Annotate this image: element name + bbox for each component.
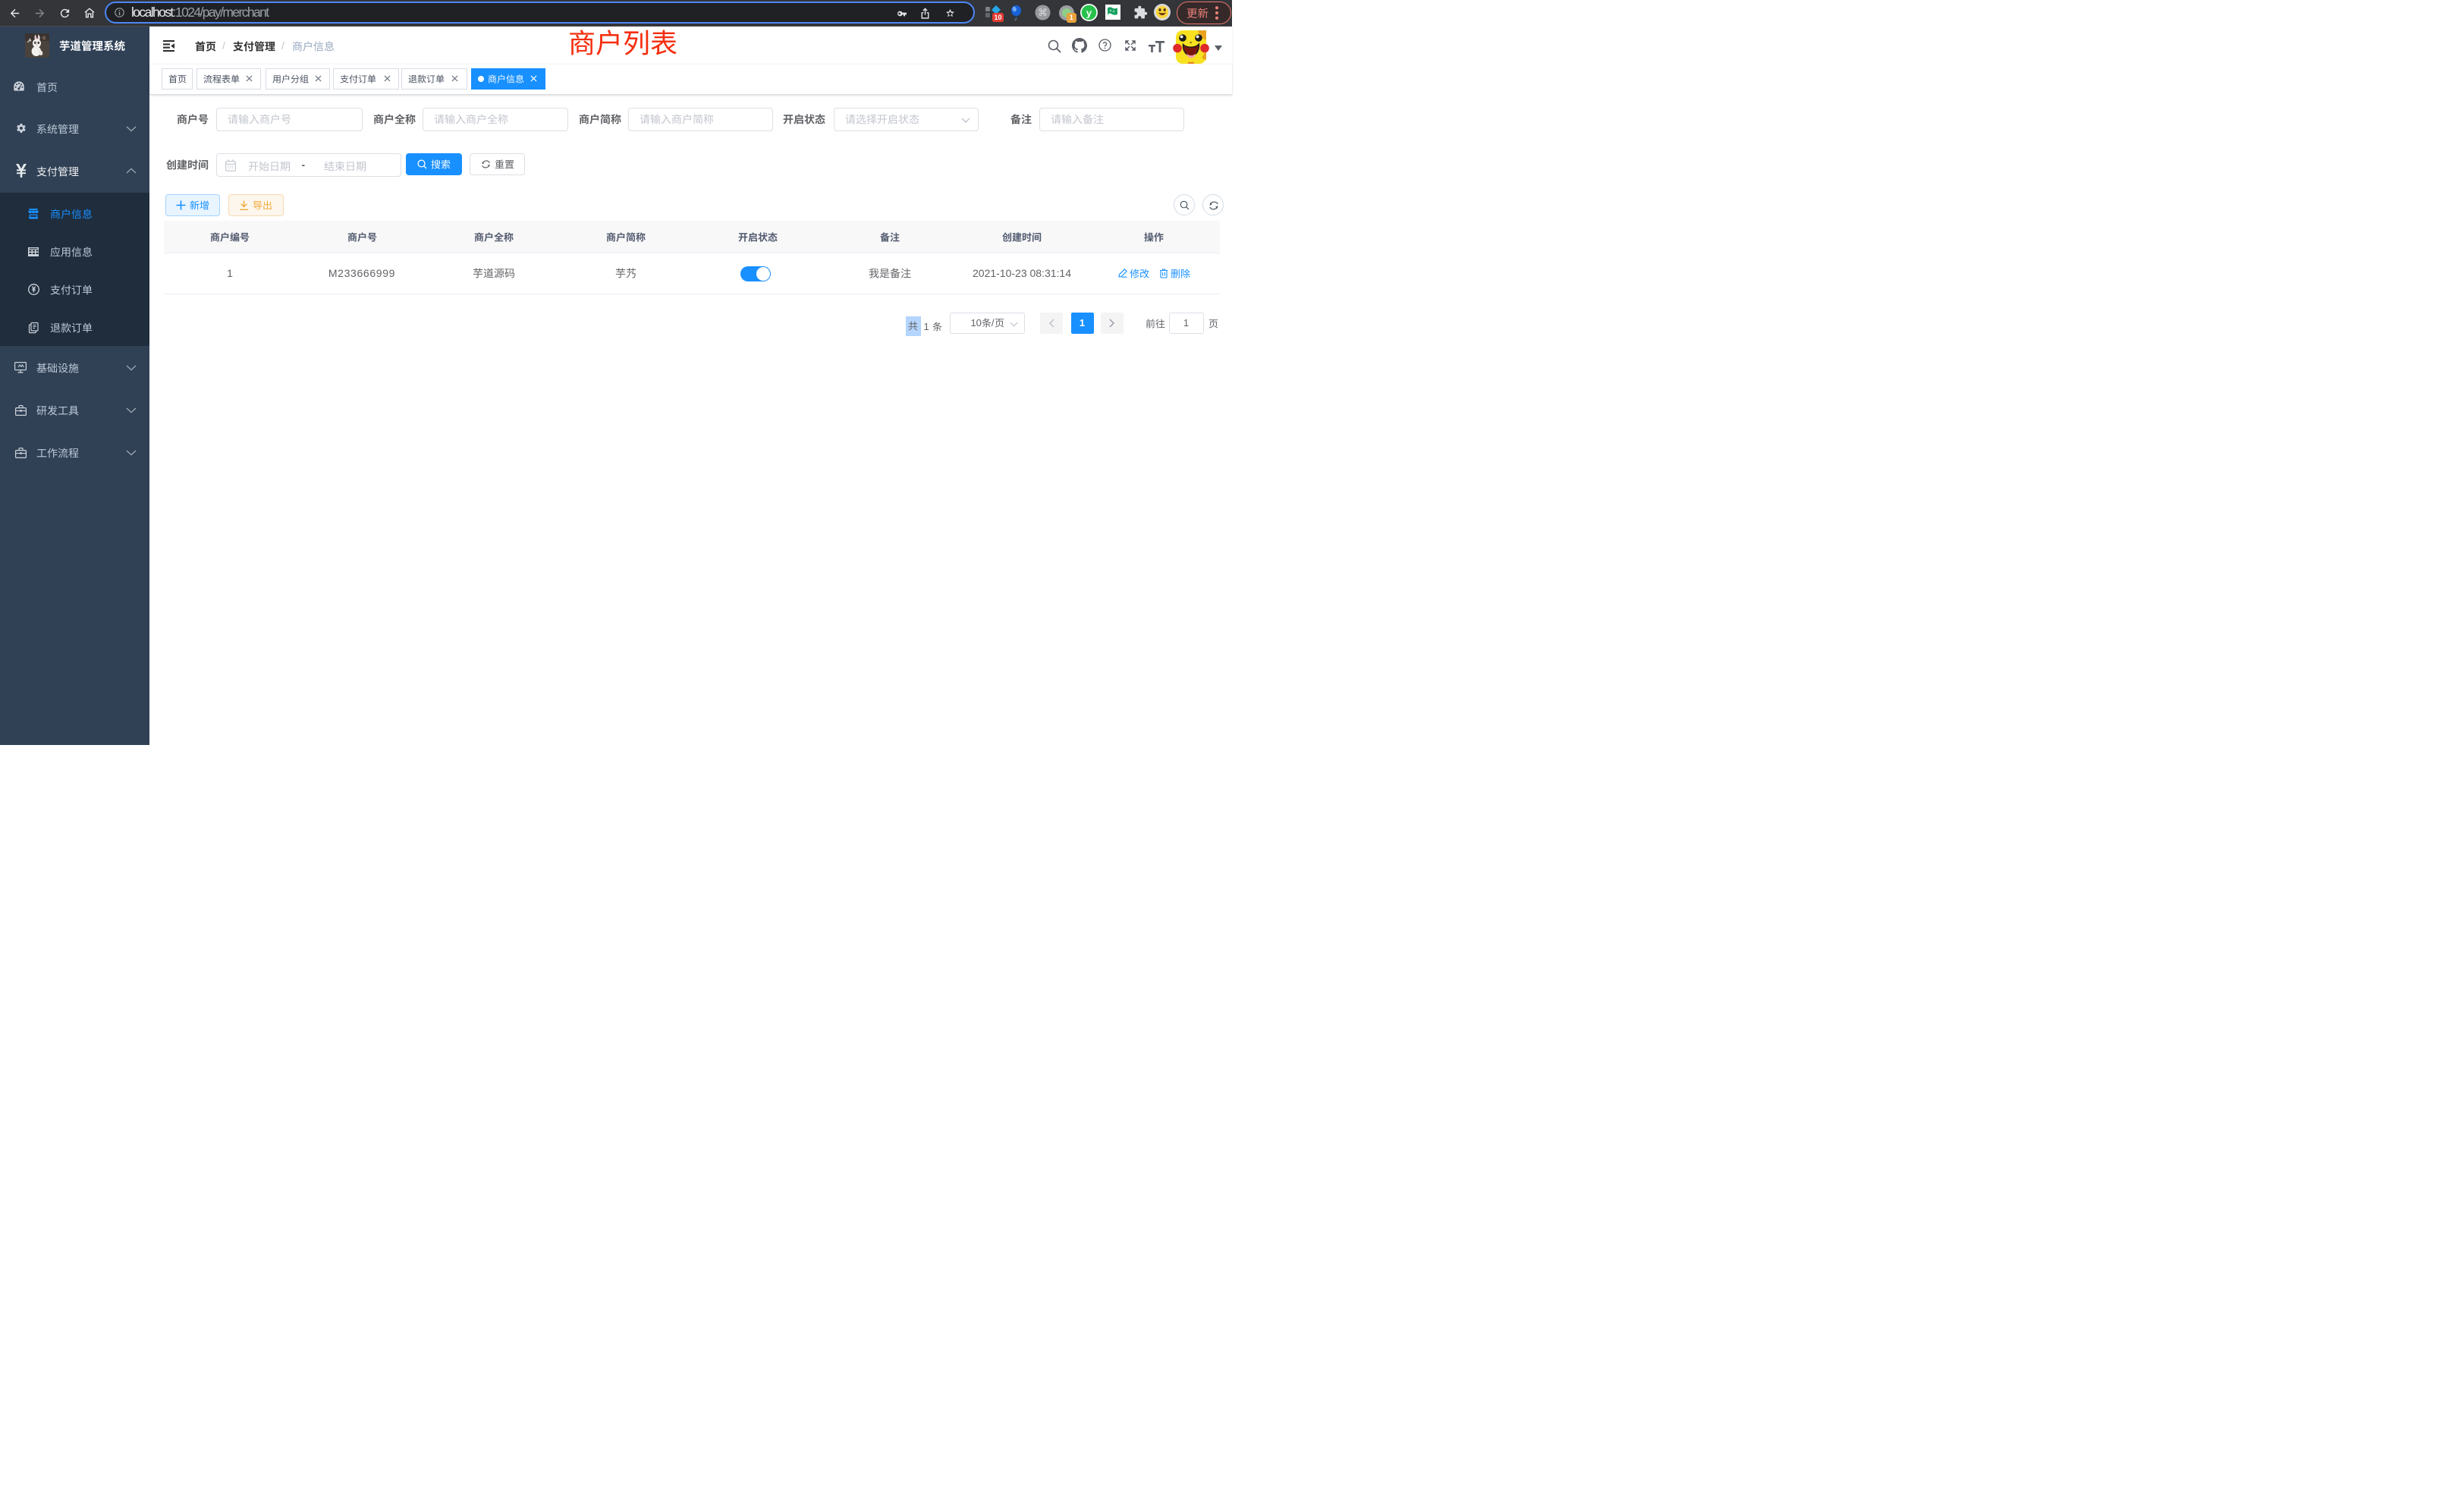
svg-text:y: y	[1086, 7, 1092, 18]
svg-text:⌘: ⌘	[1038, 7, 1048, 18]
